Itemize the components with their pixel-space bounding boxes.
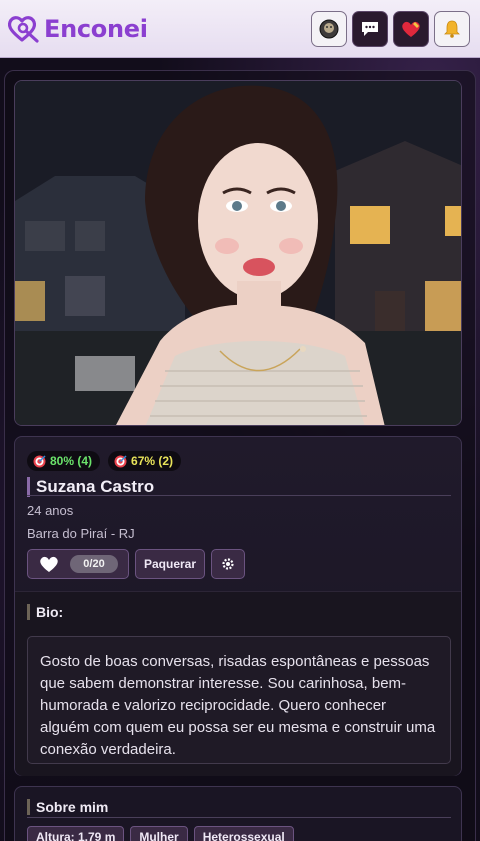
tag-gender: Mulher	[130, 826, 188, 841]
avatar-icon	[319, 19, 339, 38]
profile-avatar-button[interactable]	[311, 10, 347, 47]
bio-title: Bio:	[27, 604, 63, 620]
like-button[interactable]: 0/20	[27, 549, 129, 579]
gear-icon	[222, 558, 234, 570]
favorites-button[interactable]	[393, 10, 429, 47]
profile-card: 80% (4) 67% (2) Suzana Castro 24 anos Ba…	[14, 436, 462, 776]
profile-city: Barra do Piraí - RJ	[27, 526, 135, 541]
compatibility-badge: 80% (4)	[27, 451, 101, 471]
badge-value: 80% (4)	[50, 454, 93, 468]
heart-outline-icon	[40, 556, 58, 572]
logo-text: Enconei	[44, 14, 148, 43]
profile-name: Suzana Castro	[27, 477, 451, 497]
notifications-button[interactable]	[434, 10, 470, 47]
tag-height: Altura: 1,79 m	[27, 826, 125, 841]
bio-section: Bio: Gosto de boas conversas, risadas es…	[15, 591, 461, 776]
about-title: Sobre mim	[27, 799, 108, 815]
profile-age: 24 anos	[27, 503, 74, 518]
divider	[27, 817, 451, 818]
badge-value: 67% (2)	[131, 454, 174, 468]
app-logo[interactable]: Enconei	[6, 14, 148, 44]
messages-button[interactable]	[352, 10, 388, 47]
target-icon	[33, 454, 46, 467]
profile-photo-image	[15, 81, 461, 425]
logo-heart-search-icon	[7, 15, 39, 43]
tag-orientation: Heterossexual	[193, 826, 294, 841]
bell-icon	[444, 20, 460, 38]
compatibility-badge: 67% (2)	[108, 451, 182, 471]
compatibility-badges: 80% (4) 67% (2)	[27, 451, 182, 471]
settings-button[interactable]	[211, 549, 246, 579]
heart-icon	[402, 21, 420, 37]
like-counter: 0/20	[70, 555, 118, 573]
bio-text: Gosto de boas conversas, risadas espontâ…	[27, 636, 451, 764]
about-tags: Altura: 1,79 m Mulher Heterossexual	[27, 826, 294, 841]
about-section: Sobre mim Altura: 1,79 m Mulher Heteross…	[14, 786, 462, 841]
app-header: Enconei	[0, 0, 480, 58]
profile-photo[interactable]	[14, 80, 462, 426]
target-icon	[114, 454, 127, 467]
chat-icon	[362, 21, 378, 36]
profile-actions: 0/20 Paquerar	[27, 549, 246, 579]
header-actions	[311, 10, 470, 47]
divider	[27, 495, 451, 496]
flirt-button[interactable]: Paquerar	[135, 549, 206, 579]
